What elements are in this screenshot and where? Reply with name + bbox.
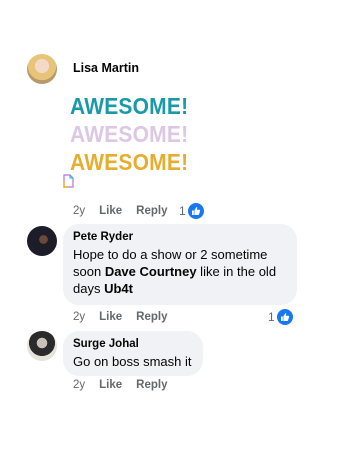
mention-link[interactable]: Dave Courtney [105,264,197,279]
avatar-pete-ryder[interactable] [27,226,57,256]
reply-button[interactable]: Reply [136,311,167,323]
comment-actions: 2y Like Reply [73,311,182,323]
reply-button[interactable]: Reply [136,379,167,391]
avatar-surge-johal[interactable] [27,331,57,361]
comment-bubble: Surge Johal Go on boss smash it [63,331,203,376]
reaction-summary[interactable]: 1 [268,309,293,325]
reaction-count: 1 [179,204,186,218]
comment-author[interactable]: Lisa Martin [73,61,139,75]
comment-actions: 2y Like Reply [73,205,182,217]
comment-age[interactable]: 2y [73,205,85,217]
like-icon [187,203,204,219]
avatar-lisa-martin[interactable] [27,54,57,84]
mention-link[interactable]: Ub4t [104,281,133,296]
comment-age[interactable]: 2y [73,311,85,323]
like-button[interactable]: Like [99,311,122,323]
document-icon [63,174,74,188]
comment-age[interactable]: 2y [73,379,85,391]
like-button[interactable]: Like [99,379,122,391]
comment-text: Hope to do a show or 2 sometime soon Dav… [73,246,287,297]
comment-author[interactable]: Surge Johal [73,338,193,350]
reply-button[interactable]: Reply [136,205,167,217]
comment-bubble: Pete Ryder Hope to do a show or 2 someti… [63,224,297,305]
comment-actions: 2y Like Reply [73,379,182,391]
comment-author[interactable]: Pete Ryder [73,231,287,243]
like-icon [276,309,293,325]
comment-text: Go on boss smash it [73,354,192,369]
reaction-count: 1 [268,310,275,324]
sticker-text-line: AWESOME! [70,94,189,120]
reaction-summary[interactable]: 1 [179,203,204,219]
sticker-text-line: AWESOME! [70,122,189,148]
sticker-text-line: AWESOME! [70,150,189,176]
like-button[interactable]: Like [99,205,122,217]
